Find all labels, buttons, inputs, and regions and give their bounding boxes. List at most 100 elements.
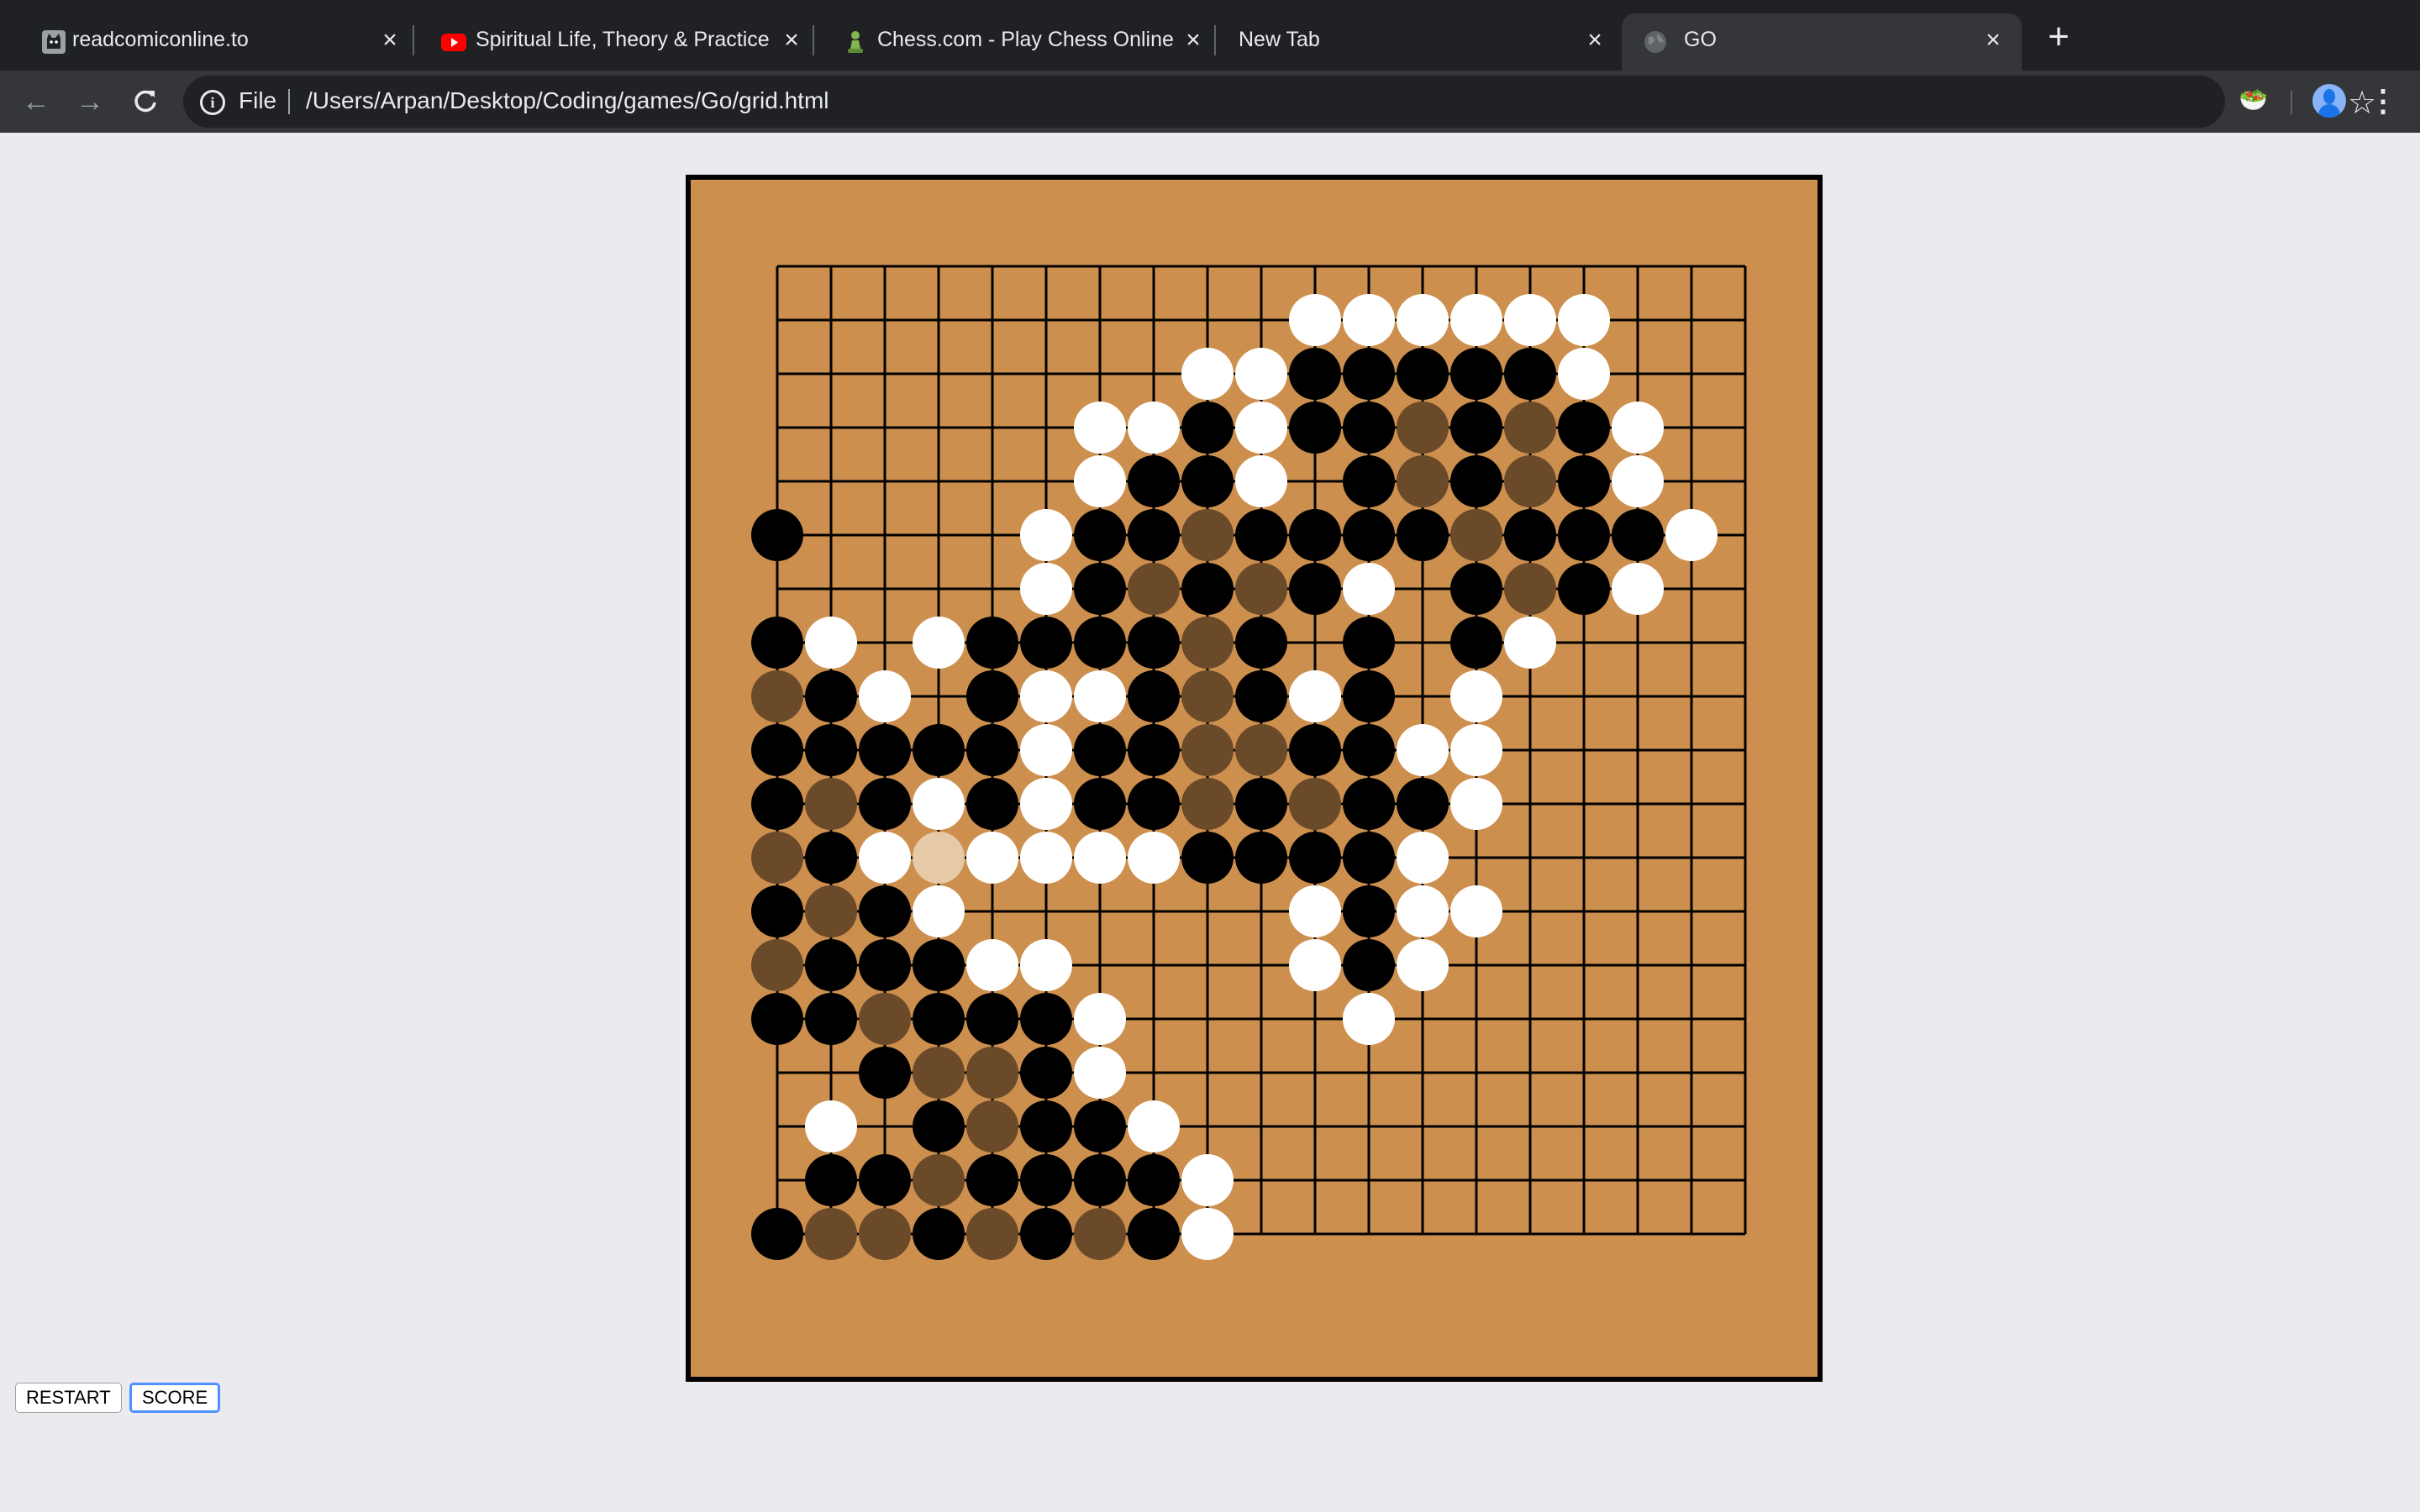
black-stone	[751, 617, 803, 669]
white-stone	[1665, 509, 1718, 561]
profile-avatar[interactable]	[2312, 84, 2346, 118]
black-territory-marker	[751, 670, 803, 722]
white-stone	[1397, 724, 1449, 776]
score-button[interactable]: SCORE	[129, 1383, 221, 1413]
black-stone	[1289, 402, 1341, 454]
white-stone	[1397, 939, 1449, 991]
black-stone	[1343, 455, 1395, 507]
black-stone	[805, 993, 857, 1045]
black-stone	[966, 617, 1018, 669]
black-stone	[1450, 455, 1502, 507]
black-territory-marker	[913, 1154, 965, 1206]
cat-favicon-icon	[42, 30, 66, 54]
black-stone	[1450, 402, 1502, 454]
black-stone	[1450, 617, 1502, 669]
chess-pawn-icon	[848, 31, 863, 53]
close-tab-icon[interactable]: ×	[1978, 25, 2008, 55]
black-stone	[913, 724, 965, 776]
black-stone	[1020, 993, 1072, 1045]
black-stone	[1181, 563, 1234, 615]
black-stone	[805, 832, 857, 884]
tab-chess[interactable]: Chess.com - Play Chess Online ×	[822, 13, 1216, 71]
black-territory-marker	[1074, 1208, 1126, 1260]
white-stone	[805, 617, 857, 669]
black-stone	[1128, 1154, 1180, 1206]
white-stone	[1074, 455, 1126, 507]
black-territory-marker	[859, 1208, 911, 1260]
tab-strip: readcomiconline.to × Spiritual Life, The…	[0, 0, 2420, 71]
info-icon[interactable]: i	[200, 90, 225, 115]
white-stone	[1343, 993, 1395, 1045]
white-stone	[1020, 670, 1072, 722]
tab-go[interactable]: GO ×	[1622, 13, 2022, 71]
black-stone	[751, 778, 803, 830]
close-tab-icon[interactable]: ×	[1580, 25, 1610, 55]
more-menu-icon[interactable]: ⋮	[2368, 81, 2398, 121]
black-stone	[859, 1154, 911, 1206]
black-stone	[1558, 563, 1610, 615]
white-stone	[1020, 509, 1072, 561]
reload-icon[interactable]	[126, 82, 165, 121]
black-stone	[1397, 348, 1449, 400]
black-territory-marker	[859, 993, 911, 1045]
tab-separator	[1214, 25, 1216, 55]
tab-spiritual-life[interactable]: Spiritual Life, Theory & Practice ×	[420, 13, 814, 71]
white-stone	[1074, 832, 1126, 884]
browser-toolbar: ← → i File /Users/Arpan/Desktop/Coding/g…	[0, 71, 2420, 133]
tab-title: Chess.com - Play Chess Online	[877, 28, 1173, 51]
tab-new-tab[interactable]: New Tab ×	[1223, 13, 1617, 71]
black-territory-marker	[1289, 778, 1341, 830]
black-stone	[1181, 402, 1234, 454]
black-stone	[1235, 670, 1287, 722]
white-stone	[1020, 724, 1072, 776]
forward-arrow-icon[interactable]: →	[71, 82, 109, 121]
black-stone	[1020, 1154, 1072, 1206]
avatar-head	[2323, 89, 2335, 104]
black-stone	[1343, 670, 1395, 722]
black-territory-marker	[805, 885, 857, 937]
black-territory-marker	[966, 1208, 1018, 1260]
black-stone	[751, 993, 803, 1045]
black-stone	[913, 993, 965, 1045]
close-tab-icon[interactable]: ×	[1178, 25, 1208, 55]
white-stone	[1020, 563, 1072, 615]
restart-button[interactable]: RESTART	[15, 1383, 122, 1413]
address-bar[interactable]: i File /Users/Arpan/Desktop/Coding/games…	[183, 76, 2376, 128]
url-text[interactable]: /Users/Arpan/Desktop/Coding/games/Go/gri…	[306, 87, 829, 114]
tab-readcomiconline[interactable]: readcomiconline.to ×	[20, 13, 414, 71]
white-stone	[1074, 670, 1126, 722]
black-stone	[805, 1154, 857, 1206]
black-stone	[1450, 563, 1502, 615]
black-stone	[1074, 617, 1126, 669]
white-stone	[1074, 402, 1126, 454]
black-stone	[1074, 1100, 1126, 1152]
black-stone	[1397, 778, 1449, 830]
extension-icon[interactable]: 🥗	[2238, 86, 2269, 116]
black-stone	[1504, 509, 1556, 561]
tab-title: readcomiconline.to	[72, 28, 249, 51]
white-stone	[1343, 563, 1395, 615]
black-stone	[1074, 778, 1126, 830]
black-stone	[913, 1208, 965, 1260]
white-stone	[1020, 939, 1072, 991]
black-stone	[1020, 617, 1072, 669]
black-stone	[1343, 509, 1395, 561]
black-stone	[1074, 1154, 1126, 1206]
black-territory-marker	[1181, 778, 1234, 830]
close-tab-icon[interactable]: ×	[776, 25, 807, 55]
close-tab-icon[interactable]: ×	[375, 25, 405, 55]
white-stone	[1235, 455, 1287, 507]
white-stone	[805, 1100, 857, 1152]
youtube-icon	[441, 34, 466, 51]
tab-title: GO	[1684, 28, 1717, 51]
black-stone	[1235, 832, 1287, 884]
black-territory-marker	[805, 1208, 857, 1260]
new-tab-icon[interactable]: +	[2040, 18, 2077, 57]
white-stone	[1074, 993, 1126, 1045]
black-stone	[966, 1154, 1018, 1206]
go-board[interactable]	[686, 175, 1823, 1382]
black-stone	[1128, 455, 1180, 507]
back-arrow-icon[interactable]: ←	[17, 82, 55, 121]
black-stone	[1289, 563, 1341, 615]
black-stone	[1289, 724, 1341, 776]
